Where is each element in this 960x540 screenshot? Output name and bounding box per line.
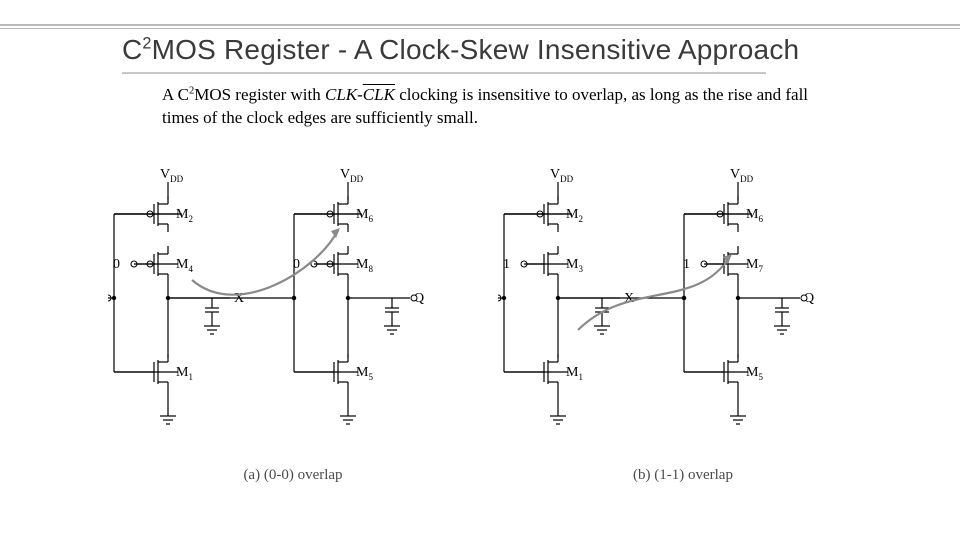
svg-text:M2: M2: [176, 207, 193, 224]
svg-text:VDD: VDD: [730, 167, 754, 184]
caption-b: (b) (1-1) overlap: [498, 467, 868, 484]
svg-text:1: 1: [503, 257, 510, 272]
figure-a: VDDM2M4XM1D0VDDM6M8QM50 (a) (0-0) overla…: [108, 160, 478, 490]
svg-text:M5: M5: [356, 365, 373, 382]
svg-text:0: 0: [113, 257, 120, 272]
svg-text:M8: M8: [356, 257, 373, 274]
svg-text:VDD: VDD: [340, 167, 364, 184]
circuit-a: VDDM2M4XM1D0VDDM6M8QM50: [108, 160, 478, 460]
svg-text:M3: M3: [566, 257, 583, 274]
svg-text:M6: M6: [356, 207, 373, 224]
figure-b: VDDM2M3XM1D1VDDM6M7QM51 (b) (1-1) overla…: [498, 160, 868, 490]
svg-text:M2: M2: [566, 207, 583, 224]
svg-text:M7: M7: [746, 257, 763, 274]
svg-text:M4: M4: [176, 257, 193, 274]
svg-text:M1: M1: [566, 365, 583, 382]
title-underline: [122, 72, 766, 74]
figures: VDDM2M4XM1D0VDDM6M8QM50 (a) (0-0) overla…: [108, 160, 868, 490]
svg-text:M5: M5: [746, 365, 763, 382]
svg-text:VDD: VDD: [160, 167, 184, 184]
svg-text:M1: M1: [176, 365, 193, 382]
svg-text:M6: M6: [746, 207, 763, 224]
page-title: C2MOS Register - A Clock-Skew Insensitiv…: [122, 34, 799, 66]
caption-a: (a) (0-0) overlap: [108, 467, 478, 484]
top-rule: [0, 24, 960, 30]
svg-text:0: 0: [293, 257, 300, 272]
circuit-b: VDDM2M3XM1D1VDDM6M7QM51: [498, 160, 868, 460]
svg-text:1: 1: [683, 257, 690, 272]
body-text: A C2MOS register with CLK-CLK clocking i…: [162, 84, 846, 130]
svg-text:VDD: VDD: [550, 167, 574, 184]
